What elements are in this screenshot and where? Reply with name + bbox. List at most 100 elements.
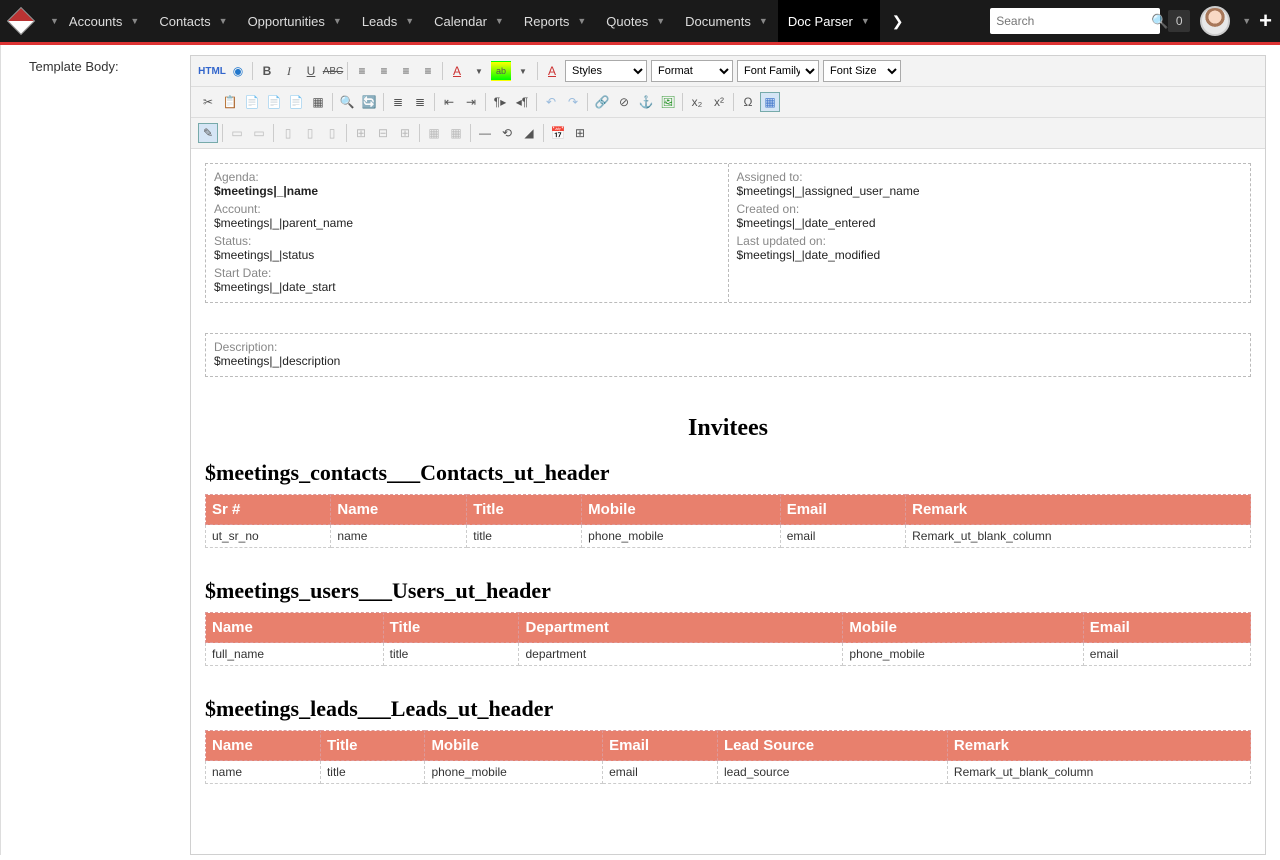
delete-col-button[interactable]: ▯ — [322, 123, 342, 143]
redo-button[interactable]: ↷ — [563, 92, 583, 112]
styles-select[interactable]: Styles — [565, 60, 647, 82]
table-cell: title — [320, 761, 425, 784]
paste-button[interactable]: 📄 — [242, 92, 262, 112]
column-header: Mobile — [582, 495, 781, 525]
row-after-button[interactable]: ▭ — [249, 123, 269, 143]
date-button[interactable]: 📅 — [548, 123, 568, 143]
chevron-down-icon: ▼ — [495, 16, 504, 26]
editor-body[interactable]: Agenda:$meetings|_|nameAccount:$meetings… — [191, 149, 1265, 854]
copy-button[interactable]: 📋 — [220, 92, 240, 112]
special-char-button[interactable]: Ω — [738, 92, 758, 112]
undo-button[interactable]: ↶ — [541, 92, 561, 112]
toolbar-row-2: ✂ 📋 📄 📄 📄 ▦ 🔍 🔄 ≣ ≣ ⇤ ⇥ ¶▸ ◂¶ ↶ — [191, 87, 1265, 118]
number-list-button[interactable]: ≣ — [410, 92, 430, 112]
bg-color-caret-icon[interactable]: ▼ — [513, 61, 533, 81]
toolbar-row-1: HTML ◉ B I U ABC ≡ ≡ ≡ ≡ A ▼ ab ▼ A Styl… — [191, 56, 1265, 87]
column-header: Email — [1083, 613, 1250, 643]
nav-item-opportunities[interactable]: Opportunities▼ — [238, 0, 352, 42]
table-cell: title — [383, 643, 519, 666]
nav-item-accounts[interactable]: Accounts▼ — [59, 0, 149, 42]
table-cell: full_name — [206, 643, 384, 666]
template-button[interactable]: ⊞ — [570, 123, 590, 143]
field-value: $meetings|_|assigned_user_name — [737, 184, 1243, 198]
eraser-button[interactable]: ◢ — [519, 123, 539, 143]
text-color-button[interactable]: A — [447, 61, 467, 81]
underline-button[interactable]: U — [301, 61, 321, 81]
align-justify-button[interactable]: ≡ — [418, 61, 438, 81]
template-body-label: Template Body: — [29, 59, 182, 74]
nav-item-leads[interactable]: Leads▼ — [352, 0, 424, 42]
nav-item-calendar[interactable]: Calendar▼ — [424, 0, 514, 42]
font-family-select[interactable]: Font Family — [737, 60, 819, 82]
quick-create-icon[interactable]: + — [1251, 8, 1280, 34]
link-button[interactable]: 🔗 — [592, 92, 612, 112]
global-search[interactable]: 🔍 — [990, 8, 1160, 34]
clean-button[interactable]: ⟲ — [497, 123, 517, 143]
bold-button[interactable]: B — [257, 61, 277, 81]
unlink-button[interactable]: ⊘ — [614, 92, 634, 112]
table-button[interactable]: ▦ — [760, 92, 780, 112]
superscript-button[interactable]: x² — [709, 92, 729, 112]
paste-text-button[interactable]: 📄 — [264, 92, 284, 112]
show-blocks-button[interactable]: ✎ — [198, 123, 218, 143]
logo-caret-icon[interactable]: ▼ — [50, 16, 59, 26]
outdent-button[interactable]: ⇤ — [439, 92, 459, 112]
bg-color-button[interactable]: ab — [491, 61, 511, 81]
table-props-button[interactable]: ▦ — [424, 123, 444, 143]
search-icon[interactable]: 🔍 — [1151, 13, 1168, 30]
nav-item-contacts[interactable]: Contacts▼ — [149, 0, 237, 42]
avatar-caret-icon[interactable]: ▼ — [1242, 16, 1251, 26]
col-before-button[interactable]: ▯ — [278, 123, 298, 143]
column-header: Title — [467, 495, 582, 525]
nav-item-documents[interactable]: Documents▼ — [675, 0, 778, 42]
split-row-button[interactable]: ⊞ — [395, 123, 415, 143]
nav-item-doc-parser[interactable]: Doc Parser▼ — [778, 0, 880, 42]
table-cell: title — [467, 525, 582, 548]
remove-format-button[interactable]: A — [542, 61, 562, 81]
align-right-button[interactable]: ≡ — [396, 61, 416, 81]
field-value: $meetings|_|status — [214, 248, 720, 262]
help-icon[interactable]: ◉ — [228, 61, 248, 81]
find-button[interactable]: 🔍 — [337, 92, 357, 112]
html-source-button[interactable]: HTML — [198, 61, 226, 81]
cell-props-button[interactable]: ▦ — [446, 123, 466, 143]
app-logo[interactable] — [0, 0, 42, 42]
italic-button[interactable]: I — [279, 61, 299, 81]
nav-item-reports[interactable]: Reports▼ — [514, 0, 596, 42]
table-cell: Remark_ut_blank_column — [947, 761, 1250, 784]
col-after-button[interactable]: ▯ — [300, 123, 320, 143]
bullet-list-button[interactable]: ≣ — [388, 92, 408, 112]
split-cells-button[interactable]: ⊟ — [373, 123, 393, 143]
hr-button[interactable]: — — [475, 123, 495, 143]
table-cell: phone_mobile — [425, 761, 603, 784]
paste-word-button[interactable]: 📄 — [286, 92, 306, 112]
text-color-caret-icon[interactable]: ▼ — [469, 61, 489, 81]
subscript-button[interactable]: x₂ — [687, 92, 707, 112]
main-panel: HTML ◉ B I U ABC ≡ ≡ ≡ ≡ A ▼ ab ▼ A Styl… — [190, 45, 1280, 855]
table-cell: email — [780, 525, 905, 548]
cut-button[interactable]: ✂ — [198, 92, 218, 112]
image-button[interactable]: 🖼 — [658, 92, 678, 112]
table-heading: $meetings_users___Users_ut_header — [205, 578, 1251, 604]
anchor-button[interactable]: ⚓ — [636, 92, 656, 112]
nav-item-quotes[interactable]: Quotes▼ — [596, 0, 675, 42]
indent-button[interactable]: ⇥ — [461, 92, 481, 112]
search-input[interactable] — [996, 14, 1151, 28]
ltr-button[interactable]: ¶▸ — [490, 92, 510, 112]
table-cell: Remark_ut_blank_column — [906, 525, 1251, 548]
font-size-select[interactable]: Font Size — [823, 60, 901, 82]
column-header: Remark — [947, 731, 1250, 761]
chevron-down-icon: ▼ — [577, 16, 586, 26]
replace-button[interactable]: 🔄 — [359, 92, 379, 112]
strikethrough-button[interactable]: ABC — [323, 61, 343, 81]
avatar[interactable] — [1200, 6, 1230, 36]
rtl-button[interactable]: ◂¶ — [512, 92, 532, 112]
row-before-button[interactable]: ▭ — [227, 123, 247, 143]
merge-cells-button[interactable]: ⊞ — [351, 123, 371, 143]
select-all-button[interactable]: ▦ — [308, 92, 328, 112]
align-left-button[interactable]: ≡ — [352, 61, 372, 81]
notification-badge[interactable]: 0 — [1168, 10, 1190, 32]
nav-more-icon[interactable]: ❯ — [880, 13, 916, 30]
format-select[interactable]: Format — [651, 60, 733, 82]
align-center-button[interactable]: ≡ — [374, 61, 394, 81]
